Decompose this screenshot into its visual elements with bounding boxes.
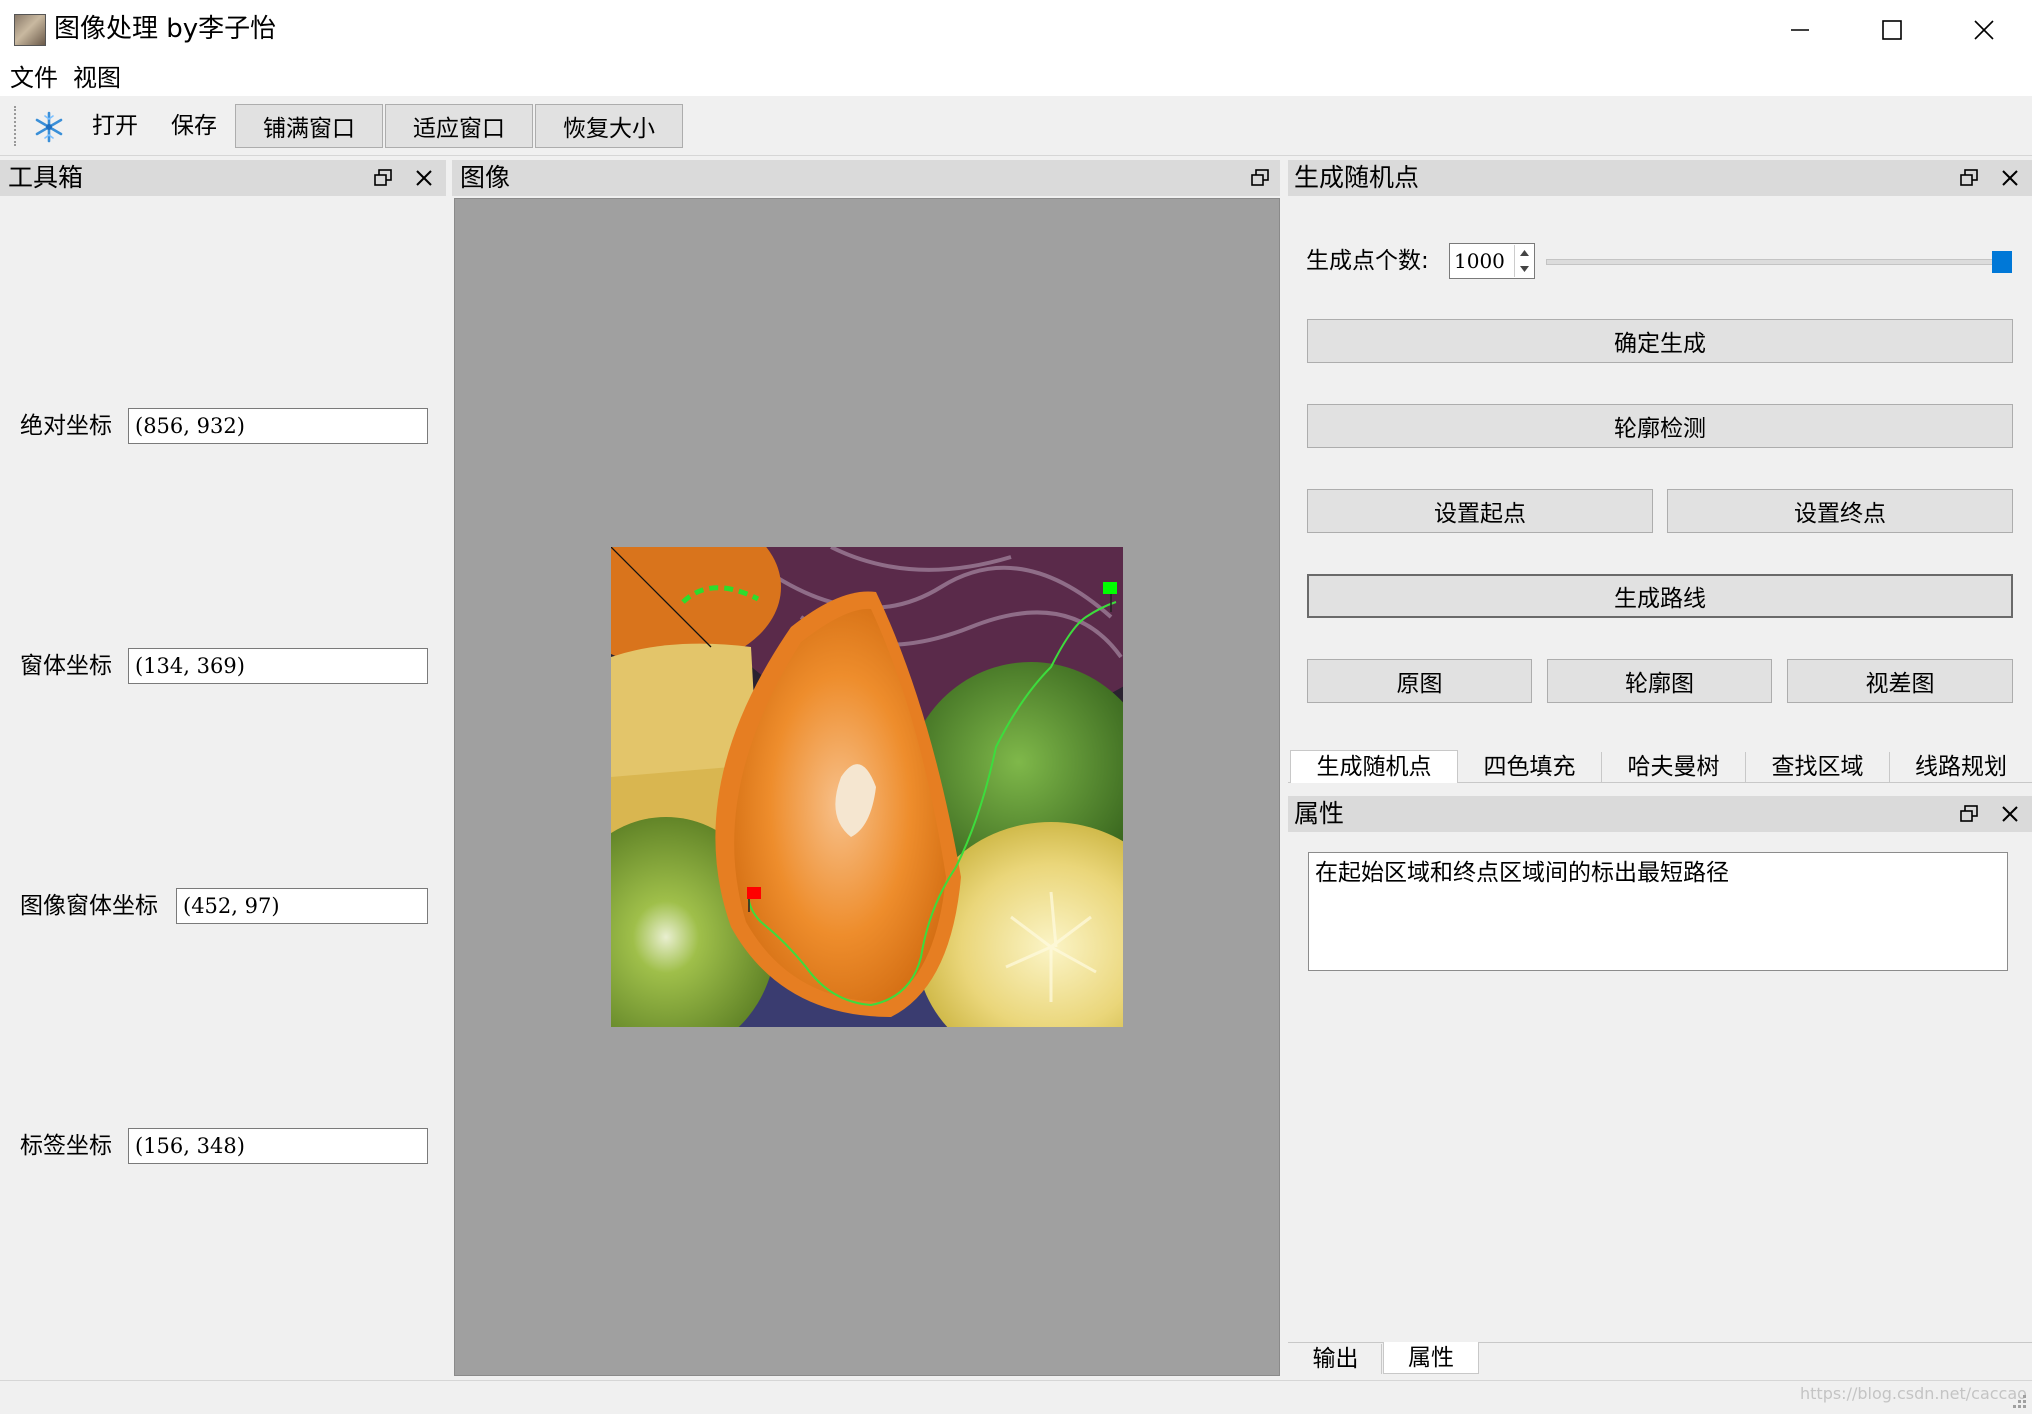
app-icon <box>14 14 46 46</box>
absolute-coord-field[interactable]: (856, 932) <box>128 408 428 444</box>
image-title-bar[interactable] <box>452 160 1280 196</box>
tab-route-planning[interactable]: 线路规划 <box>1890 752 2032 782</box>
close-icon <box>1974 20 1994 40</box>
random-points-float-button[interactable] <box>1956 165 1982 191</box>
point-count-label: 生成点个数: <box>1306 248 1429 274</box>
image-window-coord-label: 图像窗体坐标 <box>20 893 158 919</box>
tab-find-region[interactable]: 查找区域 <box>1746 752 1890 782</box>
close-window-button[interactable] <box>1938 0 2030 60</box>
tab-properties[interactable]: 属性 <box>1383 1342 1479 1374</box>
toolbar-grip[interactable] <box>14 106 18 146</box>
fill-window-button[interactable]: 铺满窗口 <box>235 104 383 148</box>
generate-route-button[interactable]: 生成路线 <box>1307 574 2013 618</box>
menu-file[interactable]: 文件 <box>10 62 58 94</box>
absolute-coord-label: 绝对坐标 <box>20 413 112 439</box>
confirm-generate-button[interactable]: 确定生成 <box>1307 319 2013 363</box>
spin-down-icon <box>1520 266 1529 272</box>
window-title: 图像处理 by李子怡 <box>54 14 277 44</box>
contour-detect-button[interactable]: 轮廓检测 <box>1307 404 2013 448</box>
properties-title: 属性 <box>1294 799 1345 828</box>
minimize-icon <box>1791 29 1809 31</box>
save-button[interactable]: 保存 <box>171 108 217 144</box>
point-count-slider-handle[interactable] <box>1992 251 2012 273</box>
minimize-button[interactable] <box>1754 0 1846 60</box>
set-start-button[interactable]: 设置起点 <box>1307 489 1653 533</box>
float-icon <box>374 169 392 186</box>
image-float-button[interactable] <box>1247 165 1273 191</box>
spin-arrows[interactable] <box>1514 245 1533 277</box>
maximize-button[interactable] <box>1846 0 1938 60</box>
label-coord-label: 标签坐标 <box>20 1133 112 1159</box>
toolbox-title: 工具箱 <box>8 163 84 192</box>
start-point-marker <box>747 887 761 899</box>
tab-output[interactable]: 输出 <box>1290 1344 1382 1374</box>
window-coord-label: 窗体坐标 <box>20 653 112 679</box>
open-button[interactable]: 打开 <box>92 108 138 144</box>
label-coord-field[interactable]: (156, 348) <box>128 1128 428 1164</box>
close-icon <box>2002 170 2018 186</box>
point-count-slider-track[interactable] <box>1546 259 2010 265</box>
float-icon <box>1960 169 1978 186</box>
close-icon <box>2002 806 2018 822</box>
properties-close-button[interactable] <box>1997 801 2023 827</box>
set-end-button[interactable]: 设置终点 <box>1667 489 2013 533</box>
window-coord-field[interactable]: (134, 369) <box>128 648 428 684</box>
tab-random-points[interactable]: 生成随机点 <box>1290 750 1458 783</box>
disparity-image-button[interactable]: 视差图 <box>1787 659 2013 703</box>
size-grip[interactable] <box>2008 1390 2028 1410</box>
random-points-title: 生成随机点 <box>1294 163 1420 192</box>
tab-huffman[interactable]: 哈夫曼树 <box>1602 752 1746 782</box>
contour-image-button[interactable]: 轮廓图 <box>1547 659 1772 703</box>
properties-title-bar[interactable] <box>1288 796 2032 832</box>
fit-window-button[interactable]: 适应窗口 <box>385 104 533 148</box>
snowflake-icon[interactable] <box>32 110 66 144</box>
menu-view[interactable]: 视图 <box>73 62 121 94</box>
random-points-close-button[interactable] <box>1997 165 2023 191</box>
toolbox-close-button[interactable] <box>411 165 437 191</box>
end-point-marker <box>1103 582 1117 594</box>
spin-up-icon <box>1520 250 1529 256</box>
toolbox-dock <box>0 158 448 1412</box>
resize-grip-icon <box>2013 1395 2026 1408</box>
float-icon <box>1251 169 1269 186</box>
close-icon <box>416 170 432 186</box>
properties-float-button[interactable] <box>1956 801 1982 827</box>
float-icon <box>1960 805 1978 822</box>
toolbox-float-button[interactable] <box>370 165 396 191</box>
image-window-coord-field[interactable]: (452, 97) <box>176 888 428 924</box>
restore-size-button[interactable]: 恢复大小 <box>535 104 683 148</box>
image-canvas[interactable] <box>611 547 1123 1027</box>
status-bar <box>0 1380 2032 1412</box>
image-panel-title: 图像 <box>460 163 511 192</box>
original-image-button[interactable]: 原图 <box>1307 659 1532 703</box>
properties-description[interactable]: 在起始区域和终点区域间的标出最短路径 <box>1308 852 2008 971</box>
menu-bar <box>0 60 2032 96</box>
watermark-text: https://blog.csdn.net/caccao <box>1800 1384 2027 1403</box>
title-bar <box>0 0 2032 60</box>
tab-four-color[interactable]: 四色填充 <box>1458 752 1602 782</box>
maximize-icon <box>1882 20 1902 40</box>
